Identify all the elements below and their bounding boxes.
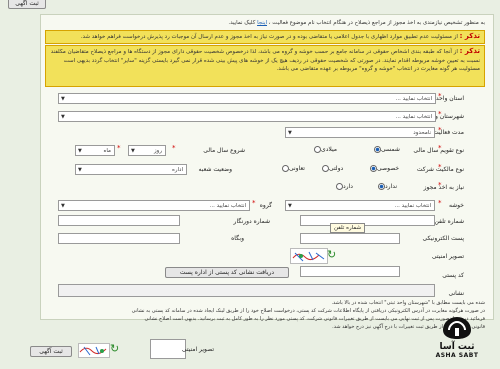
note-line-1: شده می بایست مطابق با "شهرستان واحد ثبتی… [331,300,485,306]
info-text: به منظور تشخیص نیازمندی به اخذ مجوز از م… [268,20,485,26]
license-option-no[interactable]: ندارد [376,183,397,190]
website-label: وبگاه [231,235,244,242]
branch-status-select[interactable]: اداره ▼ [75,164,187,175]
chevron-down-icon: ▼ [288,130,292,136]
chevron-down-icon: ▼ [78,167,82,173]
chevron-down-icon: ▼ [131,148,135,154]
phone-input[interactable] [300,215,435,226]
license-option-yes[interactable]: دارد [334,183,353,190]
group-required-mark: * [252,199,256,207]
branch-status-label: وضعیت شعبه [198,166,232,173]
captcha-input[interactable] [300,266,400,277]
postal-lookup-button[interactable]: دریافت نشانی کد پستی از اداره پست [165,267,289,278]
city-select[interactable]: انتخاب نمایید ... ▼ [58,111,436,122]
address-label: نشانی [448,290,464,297]
duration-select[interactable]: نامحدود ▼ [285,127,435,138]
info-link[interactable]: اینجا [257,20,267,26]
bottom-captcha-graphic [79,346,107,356]
ownership-option-private[interactable]: خصوصی [368,165,399,172]
info-suffix: کلیک نمایید. [228,20,256,26]
cluster-label: خوشه [448,202,464,209]
chevron-down-icon: ▼ [78,148,82,154]
captcha-graphic [292,251,325,262]
logo-subtitle: ASHA SABT [435,352,479,359]
ownership-option-government[interactable]: دولتی [320,165,343,172]
warning-1-title: تذکر : [459,32,480,40]
bottom-captcha-label: تصویر امنیتی [181,346,214,353]
warning-1-text: از مسئولیت عدم تطبیق موارد اظهاری با جدو… [80,34,458,40]
license-required-mark: * [438,181,442,189]
website-input[interactable] [58,233,180,244]
address-input[interactable] [58,284,435,297]
fax-input[interactable] [58,215,180,226]
cluster-required-mark: * [438,199,442,207]
refresh-captcha-icon[interactable]: ↻ [327,248,336,261]
license-info-line: به منظور تشخیص نیازمندی به اخذ مجوز از م… [45,17,485,29]
top-submit-button[interactable]: ثبت آگهی [8,0,46,9]
warning-box-1: تذکر : از مسئولیت عدم تطبیق موارد اظهاری… [45,30,485,44]
bottom-captcha-image [78,343,110,358]
warning-box-2: تذکر : از آنجا که طبقه بندی اشخاص حقوقی … [45,45,485,87]
province-required-mark: * [438,92,442,100]
bottom-refresh-captcha-icon[interactable]: ↻ [110,342,119,355]
fax-label: شماره دورنگار [233,218,270,225]
city-required-mark: * [438,110,442,118]
fiscal-start-label: شروع سال مالی [203,147,245,154]
warning-2-title: تذکر : [459,47,480,55]
captcha-label: تصویر امنیتی [431,253,464,260]
email-label: پست الکترونیکی [422,235,464,242]
fiscal-month-select[interactable]: ماه ▼ [75,145,115,156]
email-input[interactable] [300,233,400,244]
fiscal-day-select[interactable]: روز ▼ [128,145,166,156]
ownership-required-mark: * [438,163,442,171]
province-select[interactable]: انتخاب نمایید ... ▼ [58,93,436,104]
bottom-submit-button[interactable]: ثبت آگهی [30,346,72,357]
registration-form-page: ثبت آگهی به منظور تشخیص نیازمندی به اخذ … [0,0,500,369]
group-select[interactable]: انتخاب نمایید ... ▼ [58,200,250,211]
bottom-captcha-input[interactable] [150,339,186,359]
seal-icon [443,317,471,339]
chevron-down-icon: ▼ [61,203,65,209]
phone-tooltip: شماره تلفن [330,223,366,233]
calendar-option-shamsi[interactable]: شمسی [372,146,400,153]
watermark-logo: ثبت آسا ASHA SABT [418,316,496,368]
chevron-down-icon: ▼ [288,203,292,209]
chevron-down-icon: ▼ [61,96,65,102]
chevron-down-icon: ▼ [61,114,65,120]
logo-title: ثبت آسا [439,342,475,352]
cluster-select[interactable]: انتخاب نمایید ... ▼ [285,200,435,211]
postal-label: کد پستی [442,272,464,279]
fiscal-required-mark: * [172,144,176,152]
fiscal-month-required-mark: * [117,144,121,152]
warning-2-text: از آنجا که طبقه بندی اشخاص حقوقی در ساما… [50,49,480,72]
calendar-option-miladi[interactable]: میلادی [312,146,337,153]
phone-label: شماره تلفن [434,218,464,225]
duration-required-mark: * [438,126,442,134]
captcha-image [290,248,328,264]
ownership-option-cooperative[interactable]: تعاونی [280,165,305,172]
note-line-2: در صورت هرگونه مغایرت در آدرس الکترونیکی… [131,308,485,314]
group-label: گروه [259,202,272,209]
license-label: نیاز به اخذ مجوز [423,184,464,191]
calendar-required-mark: * [438,144,442,152]
